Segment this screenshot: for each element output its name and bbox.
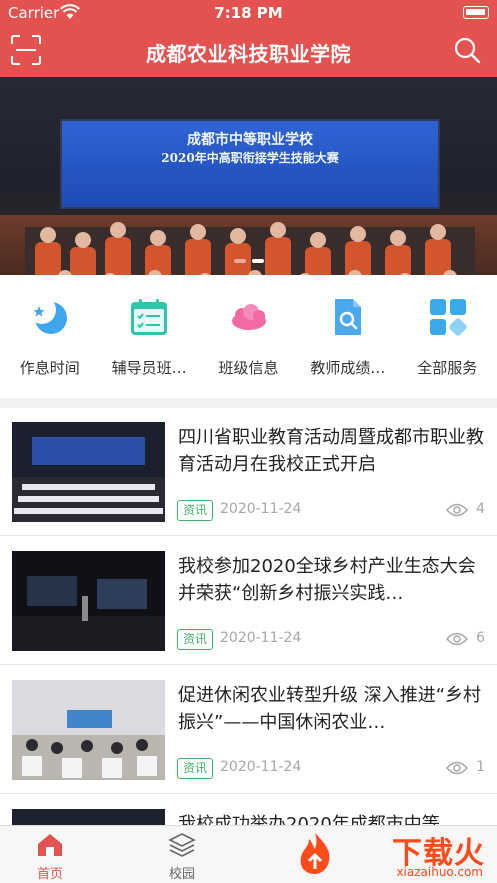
news-list: 四川省职业教育活动周暨成都市职业教育活动月在我校正式开启 资讯 2020-11-…: [0, 408, 497, 828]
news-title: 四川省职业教育活动周暨成都市职业教育活动月在我校正式开启: [178, 427, 484, 475]
carousel-indicator: [0, 259, 497, 263]
watermark-url: xiazaihuo.com: [396, 865, 483, 879]
quick-menu: 作息时间 辅导员班… 班级信息 教师成绩… 全部服务: [0, 275, 497, 398]
page-title: 成都农业科技职业学院: [146, 42, 351, 66]
news-thumbnail: [12, 680, 165, 780]
news-views: 4: [476, 501, 485, 517]
news-tag: 资讯: [177, 758, 214, 779]
news-thumbnail: [12, 551, 165, 651]
banner-screen-line1: 成都市中等职业学校: [187, 132, 313, 148]
calendar-check-icon: [131, 299, 168, 335]
moon-star-icon: [30, 297, 67, 334]
document-search-icon: [335, 299, 362, 335]
news-title: 我校参加2020全球乡村产业生态大会并荣获“创新乡村振兴实践…: [178, 556, 476, 604]
news-item[interactable]: 四川省职业教育活动周暨成都市职业教育活动月在我校正式开启 资讯 2020-11-…: [0, 408, 497, 536]
eye-icon: [446, 503, 468, 517]
flame-logo-icon: [300, 833, 330, 874]
news-tag: 资讯: [177, 629, 214, 650]
site-watermark: 下载火 xiazaihuo.com: [287, 825, 497, 883]
carousel-dot[interactable]: [233, 259, 246, 263]
status-time: 7:18 PM: [214, 4, 283, 22]
menu-item-schedule[interactable]: 作息时间: [0, 275, 99, 398]
banner-carousel[interactable]: 成都市中等职业学校 2020年中高职衔接学生技能大赛: [0, 77, 497, 275]
app-header: Carrier 7:18 PM 成都农业科技职业学院: [0, 0, 497, 77]
menu-item-all-services[interactable]: 全部服务: [398, 275, 497, 398]
scan-icon[interactable]: [10, 34, 42, 66]
eye-icon: [446, 632, 468, 646]
layers-icon: [168, 833, 196, 857]
eye-icon: [446, 761, 468, 775]
menu-label: 全部服务: [417, 359, 478, 377]
news-date: 2020-11-24: [220, 759, 302, 775]
menu-item-class-info[interactable]: 班级信息: [199, 275, 298, 398]
tab-label: 首页: [36, 867, 63, 882]
status-bar: Carrier 7:18 PM: [0, 0, 497, 26]
tab-label: 校园: [168, 867, 195, 882]
news-item[interactable]: 促进休闲农业转型升级 深入推进“乡村振兴”——中国休闲农业… 资讯 2020-1…: [0, 666, 497, 794]
banner-screen-line2: 2020年中高职衔接学生技能大赛: [161, 151, 339, 165]
news-title: 促进休闲农业转型升级 深入推进“乡村振兴”——中国休闲农业…: [178, 685, 482, 733]
menu-label: 教师成绩…: [310, 359, 386, 377]
news-views: 1: [476, 759, 485, 775]
news-date: 2020-11-24: [220, 501, 302, 517]
search-icon[interactable]: [453, 36, 481, 64]
grid-icon: [429, 299, 467, 336]
home-icon: [38, 834, 62, 856]
cloud-icon: [231, 304, 266, 330]
news-item[interactable]: 我校成功举办2020年成都市中等: [0, 795, 497, 828]
menu-label: 班级信息: [218, 359, 279, 377]
battery-icon: [463, 6, 489, 19]
carousel-dot-active[interactable]: [251, 259, 264, 263]
news-tag: 资讯: [177, 500, 214, 521]
tab-campus[interactable]: 校园: [142, 826, 222, 883]
news-thumbnail: [12, 422, 165, 522]
menu-item-teacher-grades[interactable]: 教师成绩…: [298, 275, 397, 398]
news-date: 2020-11-24: [220, 630, 302, 646]
menu-item-counselor[interactable]: 辅导员班…: [99, 275, 198, 398]
tab-home[interactable]: 首页: [10, 826, 90, 883]
news-item[interactable]: 我校参加2020全球乡村产业生态大会并荣获“创新乡村振兴实践… 资讯 2020-…: [0, 537, 497, 665]
news-views: 6: [476, 630, 485, 646]
menu-label: 辅导员班…: [111, 359, 187, 377]
menu-label: 作息时间: [19, 359, 80, 377]
